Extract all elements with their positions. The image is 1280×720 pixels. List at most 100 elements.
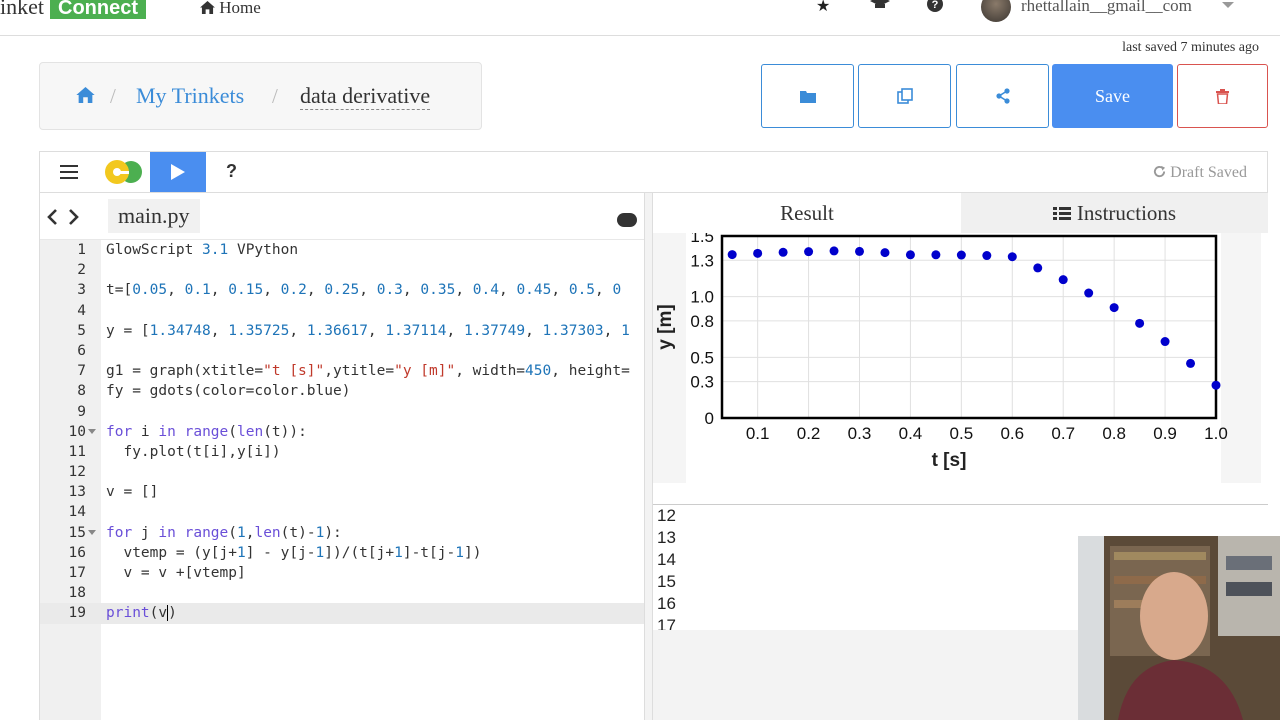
tab-main-py[interactable]: main.py [108, 199, 200, 233]
code-line[interactable]: 7 g1 = graph(xtitle="t [s]",ytitle="y [m]… [40, 361, 645, 381]
x-tick-label: 0.6 [1000, 424, 1024, 443]
folder-icon [799, 90, 816, 103]
code-text[interactable]: v = [] [106, 482, 158, 502]
code-line[interactable]: 12 [40, 462, 645, 482]
x-tick-label: 0.4 [899, 424, 923, 443]
code-line[interactable]: 6 [40, 341, 645, 361]
save-button[interactable]: Save [1052, 64, 1173, 128]
code-text[interactable]: fy.plot(t[i],y[i]) [106, 442, 280, 462]
line-number: 1 [77, 242, 86, 258]
data-point [804, 247, 814, 257]
x-tick-label: 0.9 [1153, 424, 1177, 443]
webcam-overlay [1078, 536, 1280, 720]
run-button[interactable] [150, 152, 206, 192]
line-number: 19 [68, 605, 86, 622]
username[interactable]: rhettallain__gmail__com [1021, 0, 1192, 16]
data-point [1109, 303, 1119, 313]
python-toggle-icon[interactable] [104, 159, 144, 185]
code-line[interactable]: 8 fy = gdots(color=color.blue) [40, 381, 645, 401]
data-point [855, 246, 865, 256]
tab-nav-arrows[interactable] [46, 205, 80, 231]
code-text[interactable]: for j in range(1,len(t)-1): [106, 523, 342, 543]
line-number: 14 [68, 504, 86, 521]
code-text[interactable]: fy = gdots(color=color.blue) [106, 381, 350, 401]
code-line[interactable]: 19 print(v) [40, 603, 645, 624]
code-text[interactable]: y = [1.34748, 1.35725, 1.36617, 1.37114,… [106, 321, 630, 341]
code-line[interactable]: 15 for j in range(1,len(t)-1): [40, 523, 645, 543]
graduation-cap-icon[interactable] [870, 0, 890, 15]
menu-icon[interactable] [60, 165, 78, 183]
tab-instructions[interactable]: Instructions [961, 193, 1268, 233]
star-icon[interactable]: ★ [816, 0, 830, 16]
data-point [1007, 252, 1017, 262]
data-point [1084, 288, 1094, 298]
x-tick-label: 0.8 [1102, 424, 1126, 443]
line-number: 4 [77, 302, 86, 319]
line-number: 17 [68, 565, 86, 581]
code-line[interactable]: 5 y = [1.34748, 1.35725, 1.36617, 1.37114… [40, 321, 645, 341]
copy-button[interactable] [858, 64, 951, 128]
fold-arrow-icon[interactable] [88, 428, 96, 434]
code-line[interactable]: 16 vtemp = (y[j+1] - y[j-1])/(t[j+1]-t[j… [40, 543, 645, 563]
code-line[interactable]: 11 fy.plot(t[i],y[i]) [40, 442, 645, 462]
code-text[interactable]: v = v +[vtemp] [106, 563, 245, 583]
pane-divider[interactable] [644, 193, 653, 720]
avatar[interactable] [981, 0, 1011, 22]
line-number: 15 [68, 524, 86, 541]
code-line[interactable]: 1 GlowScript 3.1 VPython [40, 240, 645, 260]
line-number: 10 [68, 423, 86, 440]
code-text[interactable]: g1 = graph(xtitle="t [s]",ytitle="y [m]"… [106, 361, 630, 381]
data-point [1058, 275, 1068, 285]
fold-arrow-icon[interactable] [88, 529, 96, 535]
brand-logo[interactable]: inket Connect [0, 0, 146, 20]
open-folder-button[interactable] [761, 64, 854, 128]
data-point [1211, 380, 1221, 390]
delete-button[interactable] [1177, 64, 1268, 128]
code-line[interactable]: 9 [40, 402, 645, 422]
scatter-chart: 0.1 0.2 0.3 0.4 0.5 0.6 0.7 0.8 0.9 1.0 0 0.3 0.5 0.8… [655, 233, 1228, 483]
code-line[interactable]: 3 t=[0.05, 0.1, 0.15, 0.2, 0.25, 0.3, 0.3… [40, 280, 645, 300]
share-icon [995, 88, 1010, 104]
y-tick-label: 0 [705, 409, 714, 428]
help-button[interactable]: ? [226, 161, 237, 182]
x-tick-label: 0.2 [797, 424, 821, 443]
code-line[interactable]: 2 [40, 260, 645, 280]
y-tick-label: 0.8 [690, 312, 714, 331]
code-text[interactable]: vtemp = (y[j+1] - y[j-1])/(t[j+1]-t[j-1]… [106, 543, 481, 563]
nav-home-link[interactable]: Home [200, 0, 261, 18]
draft-saved-status: Draft Saved [1153, 164, 1247, 182]
x-tick-label: 0.5 [950, 424, 974, 443]
chevron-down-icon[interactable] [1222, 2, 1234, 8]
code-line[interactable]: 17 v = v +[vtemp] [40, 563, 645, 583]
chevron-right-icon[interactable] [68, 209, 80, 225]
draft-saved-label: Draft Saved [1170, 164, 1247, 181]
line-number: 7 [77, 363, 86, 380]
breadcrumb-my-trinkets[interactable]: My Trinkets [136, 83, 244, 109]
svg-text:?: ? [932, 0, 939, 11]
line-number: 8 [77, 383, 86, 400]
code-line[interactable]: 13 v = [] [40, 482, 645, 502]
data-point [905, 250, 915, 260]
code-text[interactable]: for i in range(len(t)): [106, 422, 307, 442]
code-line[interactable]: 18 [40, 583, 645, 603]
play-icon [171, 164, 185, 180]
trinket-title[interactable]: data derivative [300, 83, 431, 110]
code-line[interactable]: 10 for i in range(len(t)): [40, 422, 645, 442]
code-text[interactable]: print(v) [106, 603, 177, 623]
data-point [931, 250, 941, 260]
home-icon[interactable] [76, 87, 95, 108]
help-circle-icon[interactable]: ? [927, 0, 943, 17]
data-point [956, 250, 966, 260]
line-number: 5 [77, 322, 86, 339]
chevron-left-icon[interactable] [46, 209, 58, 225]
code-lines[interactable]: 1 GlowScript 3.1 VPython 2 3 t=[0.05, 0.1, 0… [40, 240, 645, 624]
code-line[interactable]: 4 [40, 301, 645, 321]
y-tick-label: 1.3 [690, 251, 714, 270]
console-line: 12 [657, 506, 676, 525]
comment-icon[interactable] [617, 213, 637, 227]
code-text[interactable]: GlowScript 3.1 VPython [106, 240, 298, 260]
code-text[interactable]: t=[0.05, 0.1, 0.15, 0.2, 0.25, 0.3, 0.35… [106, 280, 621, 300]
share-button[interactable] [956, 64, 1049, 128]
tab-result[interactable]: Result [653, 193, 961, 233]
code-line[interactable]: 14 [40, 502, 645, 522]
